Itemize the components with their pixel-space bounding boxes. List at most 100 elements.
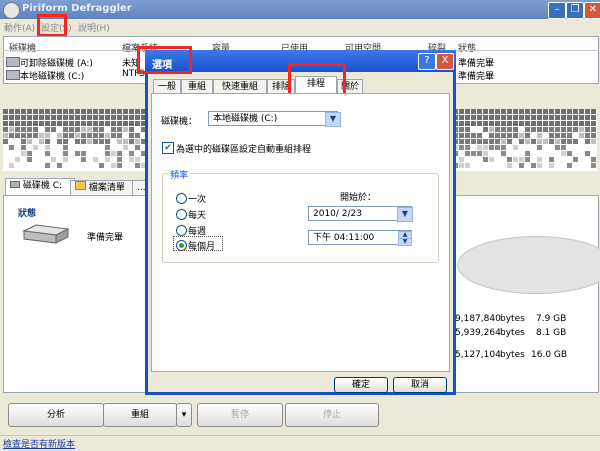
menu-actions[interactable]: 動作(A) [4, 21, 35, 34]
cluster-block [567, 109, 572, 114]
cluster-block [99, 139, 104, 144]
cluster-block [585, 139, 590, 144]
cluster-block [111, 163, 116, 168]
cluster-block [117, 115, 122, 120]
dtab-general[interactable]: 一般 [153, 79, 181, 94]
cluster-block [105, 109, 110, 114]
hard-drive-icon [22, 224, 70, 244]
cluster-block [9, 133, 14, 138]
drive-select[interactable]: 本地磁碟機 (C:) [208, 111, 338, 126]
cluster-block [57, 109, 62, 114]
cluster-block [537, 121, 542, 126]
cluster-block [561, 151, 566, 156]
drive-row-name[interactable]: 本地磁碟機 (C:) [20, 69, 84, 82]
status-bar [0, 435, 600, 451]
dtab-defrag[interactable]: 重組 [181, 79, 213, 94]
defrag-dropdown-button[interactable]: ▾ [176, 403, 192, 427]
cluster-block [57, 121, 62, 126]
cluster-block [27, 127, 32, 132]
tab-drive-c[interactable]: 磁碟機 C: [5, 178, 75, 195]
cluster-block [87, 127, 92, 132]
cluster-block [489, 127, 494, 132]
cluster-block [111, 127, 116, 132]
cluster-block [585, 121, 590, 126]
cluster-block [573, 127, 578, 132]
calendar-dropdown-icon[interactable]: ▼ [397, 207, 413, 222]
cluster-block [39, 115, 44, 120]
stat-size: 7.9 GB [536, 314, 567, 324]
menu-help[interactable]: 說明(H) [78, 21, 110, 34]
cluster-block [561, 139, 566, 144]
radio-daily[interactable] [176, 209, 187, 220]
cluster-block [495, 109, 500, 114]
cluster-block [591, 127, 596, 132]
cluster-block [51, 109, 56, 114]
cancel-button[interactable]: 取消 [393, 377, 447, 393]
dialog-close-icon[interactable]: X [436, 53, 454, 70]
cluster-block [591, 109, 596, 114]
cluster-block [573, 121, 578, 126]
cluster-block [45, 151, 50, 156]
cluster-block [81, 139, 86, 144]
spin-down-icon[interactable]: ▼ [398, 238, 412, 246]
cluster-block [471, 121, 476, 126]
cluster-block [591, 139, 596, 144]
auto-defrag-checkbox[interactable]: ✔ [162, 142, 174, 154]
cluster-block [471, 151, 476, 156]
cluster-block [579, 109, 584, 114]
ok-button[interactable]: 確定 [334, 377, 388, 393]
cluster-block [489, 121, 494, 126]
cluster-block [513, 121, 518, 126]
cluster-block [111, 109, 116, 114]
col-drive[interactable]: 磁碟機 [9, 41, 36, 54]
cluster-block [519, 121, 524, 126]
folder-icon [75, 181, 86, 190]
cluster-block [63, 109, 68, 114]
cluster-block [501, 121, 506, 126]
cluster-block [105, 121, 110, 126]
col-status[interactable]: 狀態 [458, 41, 476, 54]
drive-row-name[interactable]: 可卸除磁碟機 (A:) [20, 56, 93, 69]
cluster-block [579, 133, 584, 138]
radio-weekly[interactable] [176, 225, 187, 236]
cluster-block [513, 127, 518, 132]
cluster-block [93, 139, 98, 144]
cluster-block [75, 139, 80, 144]
cluster-block [105, 145, 110, 150]
cluster-block [459, 163, 464, 168]
cluster-block [105, 157, 110, 162]
cluster-block [501, 127, 506, 132]
cluster-block [51, 127, 56, 132]
check-update-link[interactable]: 檢查是否有新版本 [3, 437, 75, 450]
chevron-down-icon[interactable]: ▼ [325, 112, 341, 127]
cluster-block [15, 121, 20, 126]
cluster-block [525, 121, 530, 126]
defrag-button[interactable]: 重組 [103, 403, 177, 427]
cluster-block [3, 127, 8, 132]
dtab-quick-defrag[interactable]: 快速重組 [213, 79, 267, 94]
cluster-block [63, 151, 68, 156]
radio-once[interactable] [176, 193, 187, 204]
stat-unit: bytes [500, 350, 525, 360]
cluster-block [459, 157, 464, 162]
cluster-block [477, 133, 482, 138]
close-icon[interactable]: ✕ [584, 2, 600, 19]
tab-file-list[interactable]: 檔案清單 [70, 180, 136, 195]
minimize-icon[interactable]: – [548, 2, 566, 19]
cluster-block [111, 115, 116, 120]
cluster-block [45, 163, 50, 168]
maximize-icon[interactable]: ❐ [566, 2, 584, 19]
cluster-block [75, 109, 80, 114]
app-title: Piriform Defraggler [22, 3, 132, 14]
cluster-block [129, 151, 134, 156]
drive-row-status: 準備完畢 [458, 72, 495, 82]
stop-button[interactable]: 停止 [285, 403, 379, 427]
analyze-button[interactable]: 分析 [8, 403, 104, 427]
cluster-block [585, 109, 590, 114]
pause-button[interactable]: 暫停 [197, 403, 283, 427]
cluster-block [567, 139, 572, 144]
cluster-block [27, 115, 32, 120]
help-icon[interactable]: ? [418, 53, 436, 70]
cluster-block [75, 151, 80, 156]
time-spinner[interactable]: 下午 04:11:00 [308, 230, 412, 245]
